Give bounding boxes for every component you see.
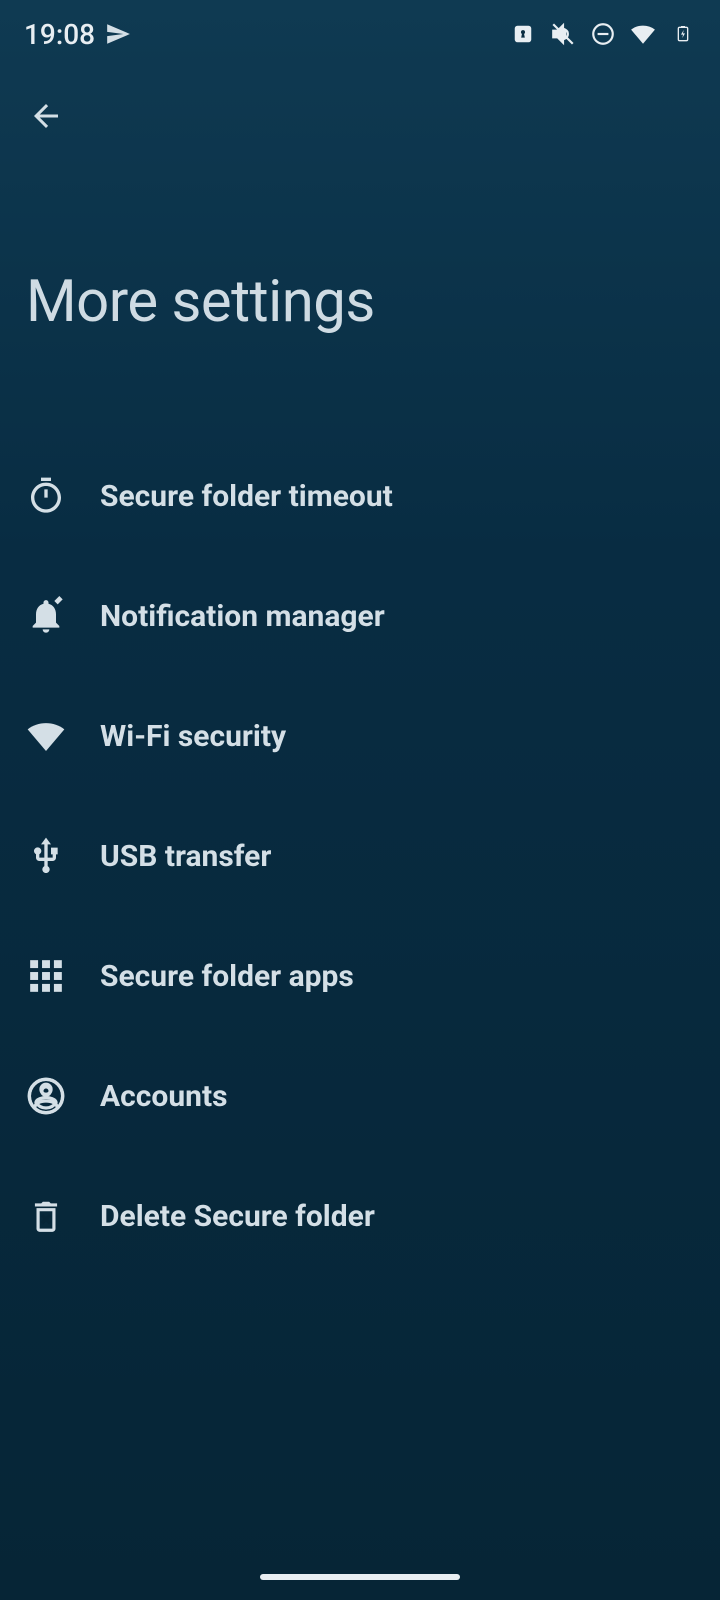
- settings-item-label: Secure folder timeout: [100, 479, 393, 514]
- status-left: 19:08: [24, 18, 131, 51]
- settings-item-delete-secure-folder[interactable]: Delete Secure folder: [0, 1156, 720, 1276]
- settings-item-secure-folder-timeout[interactable]: Secure folder timeout: [0, 436, 720, 556]
- settings-item-usb-transfer[interactable]: USB transfer: [0, 796, 720, 916]
- back-row: [0, 64, 720, 138]
- timer-icon: [26, 476, 66, 516]
- settings-item-label: Delete Secure folder: [100, 1199, 375, 1234]
- dnd-icon: [590, 21, 616, 47]
- settings-list: Secure folder timeout Notification manag…: [0, 336, 720, 1276]
- telegram-icon: [105, 21, 131, 47]
- settings-item-wifi-security[interactable]: Wi-Fi security: [0, 676, 720, 796]
- settings-item-label: Wi-Fi security: [100, 719, 286, 754]
- status-bar: 19:08: [0, 0, 720, 64]
- apps-grid-icon: [26, 956, 66, 996]
- settings-item-label: Accounts: [100, 1079, 228, 1114]
- wifi-icon: [26, 716, 66, 756]
- status-time: 19:08: [24, 18, 95, 51]
- page-title: More settings: [26, 268, 694, 336]
- notification-edit-icon: [26, 596, 66, 636]
- home-indicator[interactable]: [260, 1574, 460, 1580]
- settings-item-notification-manager[interactable]: Notification manager: [0, 556, 720, 676]
- keyhole-icon: [510, 21, 536, 47]
- status-right: [510, 21, 696, 47]
- settings-item-accounts[interactable]: Accounts: [0, 1036, 720, 1156]
- back-button[interactable]: [24, 94, 68, 138]
- delete-x-icon: [26, 1196, 66, 1236]
- battery-charging-icon: [670, 21, 696, 47]
- settings-item-label: Secure folder apps: [100, 959, 354, 994]
- usb-icon: [26, 836, 66, 876]
- settings-item-label: Notification manager: [100, 599, 385, 634]
- arrow-left-icon: [28, 98, 64, 134]
- settings-item-label: USB transfer: [100, 839, 271, 874]
- wifi-status-icon: [630, 21, 656, 47]
- account-circle-icon: [26, 1076, 66, 1116]
- mute-icon: [550, 21, 576, 47]
- title-row: More settings: [0, 138, 720, 336]
- settings-item-secure-folder-apps[interactable]: Secure folder apps: [0, 916, 720, 1036]
